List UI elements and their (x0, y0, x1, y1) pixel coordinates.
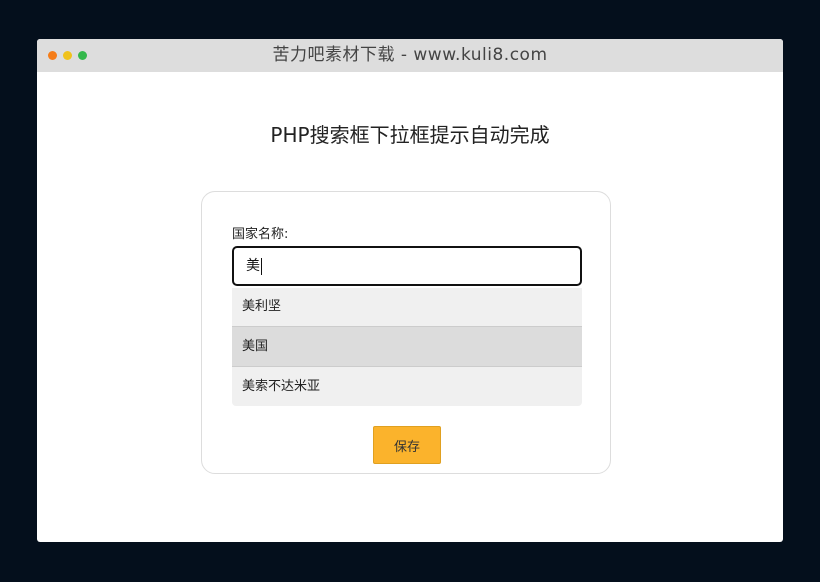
autocomplete-option[interactable]: 美索不达米亚 (232, 366, 582, 406)
text-caret (261, 258, 262, 275)
browser-window: 苦力吧素材下载 - www.kuli8.com PHP搜索框下拉框提示自动完成 … (37, 39, 783, 542)
country-name-label: 国家名称: (232, 227, 289, 242)
window-title: 苦力吧素材下载 - www.kuli8.com (272, 45, 548, 65)
country-search-input[interactable]: 美 (232, 246, 582, 286)
autocomplete-option-highlighted[interactable]: 美国 (232, 326, 582, 366)
country-search-value: 美 (246, 258, 260, 274)
page-title: PHP搜索框下拉框提示自动完成 (270, 123, 550, 147)
form-card: 国家名称: 美 美利坚 美国 美索不达米亚 保存 (201, 191, 611, 474)
autocomplete-option[interactable]: 美利坚 (232, 288, 582, 326)
save-button[interactable]: 保存 (373, 426, 441, 464)
autocomplete-dropdown: 美利坚 美国 美索不达米亚 (232, 288, 582, 406)
window-titlebar: 苦力吧素材下载 - www.kuli8.com (37, 39, 783, 72)
